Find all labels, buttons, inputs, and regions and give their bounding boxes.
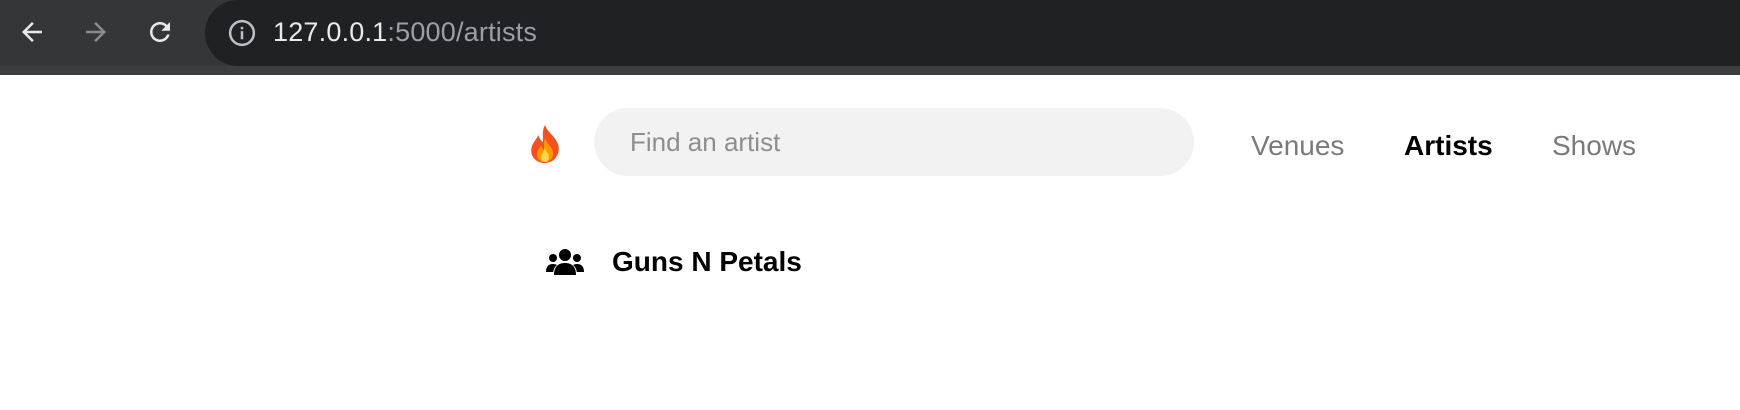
nav-venues-link[interactable]: Venues <box>1251 128 1344 164</box>
artist-name[interactable]: Guns N Petals <box>612 246 802 278</box>
fire-icon[interactable] <box>528 124 562 164</box>
url-path: :5000/artists <box>387 17 538 47</box>
artist-search-input[interactable] <box>594 108 1194 176</box>
back-button[interactable] <box>14 14 50 50</box>
nav-artists-link[interactable]: Artists <box>1404 128 1493 164</box>
address-bar[interactable]: 127.0.0.1:5000/artists <box>205 0 1740 66</box>
url-text[interactable]: 127.0.0.1:5000/artists <box>273 16 537 48</box>
arrow-left-icon <box>22 22 42 42</box>
reload-button[interactable] <box>142 14 178 50</box>
nav-shows-link[interactable]: Shows <box>1552 128 1636 164</box>
info-icon[interactable] <box>227 18 257 48</box>
arrow-right-icon <box>86 22 106 42</box>
reload-icon <box>150 22 170 42</box>
artist-list-item[interactable]: Guns N Petals <box>546 240 802 284</box>
url-host: 127.0.0.1 <box>273 17 388 47</box>
users-icon <box>546 249 584 275</box>
forward-button[interactable] <box>78 14 114 50</box>
browser-toolbar: 127.0.0.1:5000/artists <box>0 0 1740 75</box>
